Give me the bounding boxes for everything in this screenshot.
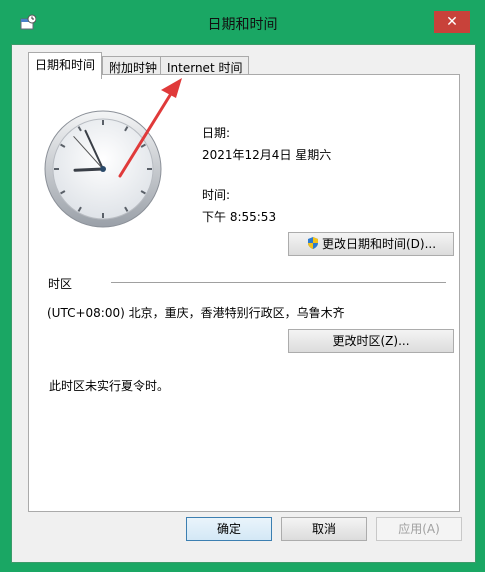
change-date-time-button[interactable]: 更改日期和时间(D)...	[288, 232, 454, 256]
apply-button[interactable]: 应用(A)	[376, 517, 462, 541]
dialog-client-area: 日期和时间 附加时钟 Internet 时间 日期: 2021年12月4日 星期…	[11, 44, 476, 563]
date-time-dialog: 日期和时间 ✕ 日期和时间 附加时钟 Internet 时间 日期: 2021年…	[0, 0, 485, 572]
time-label: 时间:	[202, 188, 231, 202]
close-button[interactable]: ✕	[434, 11, 470, 33]
tab-date-time[interactable]: 日期和时间	[28, 52, 103, 79]
dst-note: 此时区未实行夏令时。	[49, 379, 170, 393]
time-value: 下午 8:55:53	[202, 210, 277, 224]
analog-clock	[44, 110, 162, 228]
hour-hand	[73, 167, 105, 172]
cancel-button[interactable]: 取消	[281, 517, 367, 541]
title-bar: 日期和时间 ✕	[0, 0, 485, 44]
ok-button[interactable]: 确定	[186, 517, 272, 541]
window-title: 日期和时间	[207, 17, 278, 33]
timezone-heading: 时区	[48, 277, 73, 291]
timezone-value: (UTC+08:00) 北京，重庆，香港特别行政区，乌鲁木齐	[47, 306, 345, 320]
clock-center	[100, 166, 106, 172]
timezone-divider	[111, 282, 446, 283]
date-value: 2021年12月4日 星期六	[202, 148, 332, 162]
date-time-panel: 日期: 2021年12月4日 星期六 时间: 下午 8:55:53 更改日期和时…	[28, 74, 460, 512]
uac-shield-icon	[307, 237, 318, 249]
change-timezone-button[interactable]: 更改时区(Z)...	[288, 329, 454, 353]
date-label: 日期:	[202, 126, 231, 140]
change-date-time-label: 更改日期和时间(D)...	[321, 237, 437, 251]
